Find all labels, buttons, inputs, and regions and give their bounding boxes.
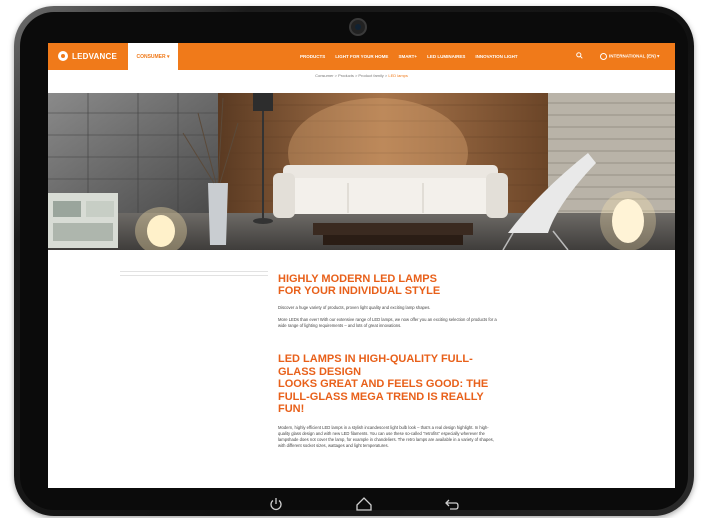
browser-screen: LEDVANCE CONSUMER ▾ PRODUCTS LIGHT FOR Y… — [48, 43, 675, 488]
section2-subtitle: LOOKS GREAT AND FEELS GOOD: THE FULL-GLA… — [278, 378, 489, 415]
language-selector[interactable]: INTERNATIONAL (EN) ▾ — [600, 53, 659, 60]
main-nav-links: PRODUCTS LIGHT FOR YOUR HOME SMART+ LED … — [300, 43, 518, 70]
breadcrumb-current: LED lamps — [388, 73, 408, 78]
section2: LED LAMPS IN HIGH-QUALITY FULL-GLASS DES… — [278, 353, 498, 449]
power-icon[interactable] — [264, 494, 288, 514]
search-icon[interactable] — [576, 52, 583, 61]
globe-icon — [600, 53, 607, 60]
main-content: HIGHLY MODERN LED LAMPS FOR YOUR INDIVID… — [278, 273, 498, 449]
logo-text: LEDVANCE — [72, 51, 118, 61]
language-label: INTERNATIONAL (EN) ▾ — [609, 53, 660, 59]
logo-mark-icon — [58, 51, 68, 61]
section2-title: LED LAMPS IN HIGH-QUALITY FULL-GLASS DES… — [278, 353, 473, 378]
nav-link-innovation-light[interactable]: INNOVATION LIGHT — [475, 54, 517, 59]
tablet-frame: LEDVANCE CONSUMER ▾ PRODUCTS LIGHT FOR Y… — [14, 6, 694, 516]
ledvance-logo[interactable]: LEDVANCE — [58, 51, 117, 61]
section1-title: HIGHLY MODERN LED LAMPS — [278, 273, 437, 285]
section1-paragraph-1: Discover a huge variety of products, pro… — [278, 305, 431, 310]
nav-link-led-luminaires[interactable]: LED LUMINAIRES — [427, 54, 465, 59]
sidebar-divider — [120, 271, 268, 276]
nav-link-light-for-home[interactable]: LIGHT FOR YOUR HOME — [335, 54, 388, 59]
nav-link-products[interactable]: PRODUCTS — [300, 54, 325, 59]
section1-paragraph-2: More LEDs than ever! With our extensive … — [278, 317, 497, 328]
back-icon[interactable] — [440, 494, 464, 514]
consumer-menu-tab[interactable]: CONSUMER ▾ — [128, 43, 178, 70]
breadcrumb-path[interactable]: Consumer > Products > Product family > — [315, 73, 388, 78]
section2-paragraph: Modern, highly efficient LED lamps in a … — [278, 424, 494, 448]
home-icon[interactable] — [352, 494, 376, 514]
breadcrumb: Consumer > Products > Product family > L… — [48, 73, 675, 78]
camera-icon — [349, 18, 367, 36]
section1-subtitle: FOR YOUR INDIVIDUAL STYLE — [278, 285, 441, 297]
top-navigation: LEDVANCE CONSUMER ▾ PRODUCTS LIGHT FOR Y… — [48, 43, 675, 70]
hero-image — [48, 93, 675, 250]
nav-link-smart[interactable]: SMART+ — [398, 54, 417, 59]
tablet-nav-bar — [264, 492, 464, 516]
